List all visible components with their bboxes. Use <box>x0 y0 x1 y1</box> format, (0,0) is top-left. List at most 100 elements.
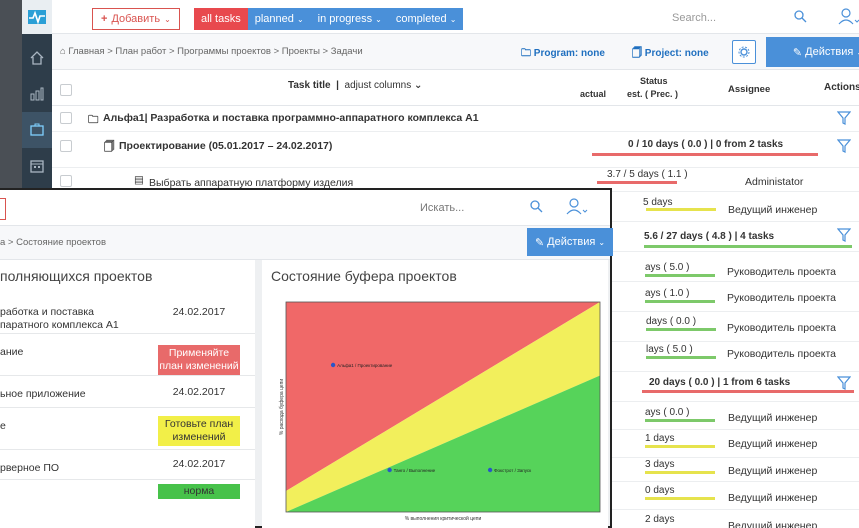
status-badge: Применяйте план изменений <box>158 345 240 375</box>
filter-icon[interactable] <box>837 139 851 153</box>
project-selector[interactable]: 🗍 Project: none <box>632 46 709 63</box>
project-name[interactable]: ание <box>0 346 23 359</box>
breadcrumb[interactable]: а > Состояние проектов <box>0 237 106 248</box>
project-status-window: Искать... а > Состояние проектов ✎ Действ… <box>0 188 613 528</box>
status-value: 20 days ( 0.0 ) | 1 from 6 tasks <box>649 377 791 388</box>
task-title-header[interactable]: Task title | adjust columns ⌄ <box>288 80 422 91</box>
add-button-partial[interactable] <box>0 198 6 220</box>
projects-icon[interactable] <box>22 112 52 148</box>
wrench-icon: ✎ <box>534 236 545 249</box>
status-bar <box>645 274 715 277</box>
list-item[interactable]: ание Применяйте план изменений <box>0 334 255 376</box>
data-point[interactable] <box>330 362 336 368</box>
actual-header: actual <box>580 89 607 99</box>
status-value: 2 days <box>645 514 675 525</box>
panel-title: полняющихся проектов <box>0 268 153 284</box>
status-bar <box>646 356 716 359</box>
app-logo[interactable] <box>22 0 52 34</box>
add-button-label: Добавить <box>111 13 161 25</box>
project-name[interactable]: е <box>0 420 6 433</box>
filter-in-progress[interactable]: in progress ⌄ <box>310 8 389 30</box>
data-point[interactable] <box>387 467 392 473</box>
table-row[interactable]: 🗍 Проектирование (05.01.2017 – 24.02.201… <box>52 132 859 168</box>
settings-button[interactable] <box>732 40 756 64</box>
chevron-down-icon: ⌄ <box>598 237 606 247</box>
row-checkbox[interactable] <box>60 175 72 187</box>
row-checkbox[interactable] <box>60 112 72 124</box>
status-value: ays ( 0.0 ) <box>645 407 690 418</box>
actions-header: Actions <box>824 82 859 93</box>
front-toolbar: Искать... <box>0 190 610 226</box>
select-all-checkbox[interactable] <box>60 84 72 96</box>
buffer-chart-panel: Состояние буфера проектов % расхода буфе… <box>262 260 608 528</box>
row-title[interactable]: Проектирование (05.01.2017 – 24.02.2017) <box>119 140 332 152</box>
filter-completed[interactable]: completed ⌄ <box>388 8 464 30</box>
wrench-icon: ✎ <box>792 46 803 59</box>
row-checkbox[interactable] <box>60 140 72 152</box>
status-bar <box>642 390 854 393</box>
folder-icon: 🗀 <box>521 48 534 59</box>
screen: + Добавить ⌄ all tasks planned ⌄ in prog… <box>0 0 859 528</box>
est-header: est. ( Prec. ) <box>627 89 679 99</box>
project-name[interactable]: рверное ПО <box>0 462 59 475</box>
actions-dropdown-button[interactable]: ✎ Действия ⌄ <box>527 228 613 256</box>
program-selector[interactable]: 🗀 Program: none <box>521 46 605 63</box>
actions-dropdown-button[interactable]: ✎ Действия ⌄ <box>766 37 859 67</box>
top-toolbar: + Добавить ⌄ all tasks planned ⌄ in prog… <box>52 0 859 34</box>
search-input[interactable]: Искать... <box>420 202 464 214</box>
status-bar <box>645 471 715 474</box>
list-item[interactable]: ьное приложение 24.02.2017 <box>0 376 255 408</box>
user-menu-icon[interactable] <box>838 7 859 28</box>
status-bar <box>645 419 715 422</box>
calendar-icon[interactable] <box>22 148 52 184</box>
search-icon[interactable] <box>793 9 807 26</box>
row-title[interactable]: Альфа1| Разработка и поставка программно… <box>103 112 479 124</box>
data-point-label: Альфа1 / Проектирование <box>337 363 393 368</box>
add-button[interactable]: + Добавить ⌄ <box>92 8 180 30</box>
assignee: Ведущий инженер <box>728 438 818 450</box>
due-date: 24.02.2017 <box>172 386 226 398</box>
status-value: 3 days <box>645 459 675 470</box>
list-item[interactable]: рверное ПО 24.02.2017 <box>0 450 255 480</box>
filter-icon[interactable] <box>837 228 851 242</box>
chevron-down-icon: ⌄ <box>296 14 304 24</box>
project-name[interactable]: ьное приложение <box>0 388 86 401</box>
data-point[interactable] <box>487 467 493 473</box>
assignee: Руководитель проекта <box>727 292 837 304</box>
filter-all-tasks[interactable]: all tasks <box>194 8 248 30</box>
panel-title: Состояние буфера проектов <box>271 268 457 284</box>
status-bar <box>646 328 716 331</box>
breadcrumb-bar: а > Состояние проектов ✎ Действия ⌄ <box>0 226 613 260</box>
chevron-down-icon: ⌄ <box>449 14 457 24</box>
search-icon[interactable] <box>529 199 543 216</box>
status-badge: Готовьте план изменений <box>158 416 240 446</box>
assignee: Руководитель проекта <box>727 322 837 334</box>
assignee: Ведущий инженер <box>728 465 818 477</box>
status-bar <box>645 300 715 303</box>
search-input[interactable]: Search... <box>672 12 716 24</box>
filter-icon[interactable] <box>837 376 851 390</box>
filter-planned[interactable]: planned ⌄ <box>247 8 311 30</box>
breadcrumb[interactable]: ⌂ Главная > План работ > Программы проек… <box>60 46 363 57</box>
reports-icon[interactable] <box>22 76 52 112</box>
status-bar <box>644 245 852 248</box>
buffer-chart-svg: % расхода буфера цепи % выполнения крити… <box>279 301 601 522</box>
assignee: Ведущий инженер <box>728 492 818 504</box>
list-item[interactable]: норма <box>0 480 255 510</box>
chevron-down-icon: ⌄ <box>375 14 382 24</box>
assignee: Руководитель проекта <box>727 348 837 360</box>
status-bar <box>597 181 677 184</box>
status-value: ays ( 5.0 ) <box>645 262 690 273</box>
project-name[interactable]: работка и поставка паратного комплекса А… <box>0 306 119 332</box>
task-table-header: Task title | adjust columns ⌄ Status act… <box>52 70 859 106</box>
list-item[interactable]: работка и поставка паратного комплекса А… <box>0 296 255 334</box>
filter-icon[interactable] <box>837 111 851 125</box>
list-item[interactable]: е Готовьте план изменений <box>0 408 255 450</box>
status-value: days ( 0.0 ) <box>646 316 697 327</box>
status-value: ays ( 1.0 ) <box>645 288 690 299</box>
status-bar <box>646 208 716 211</box>
home-icon[interactable] <box>22 40 52 76</box>
table-row[interactable]: 🗀 Альфа1| Разработка и поставка программ… <box>52 106 859 132</box>
buffer-chart: % расхода буфера цепи % выполнения крити… <box>276 296 610 526</box>
user-menu-icon[interactable] <box>566 197 588 218</box>
